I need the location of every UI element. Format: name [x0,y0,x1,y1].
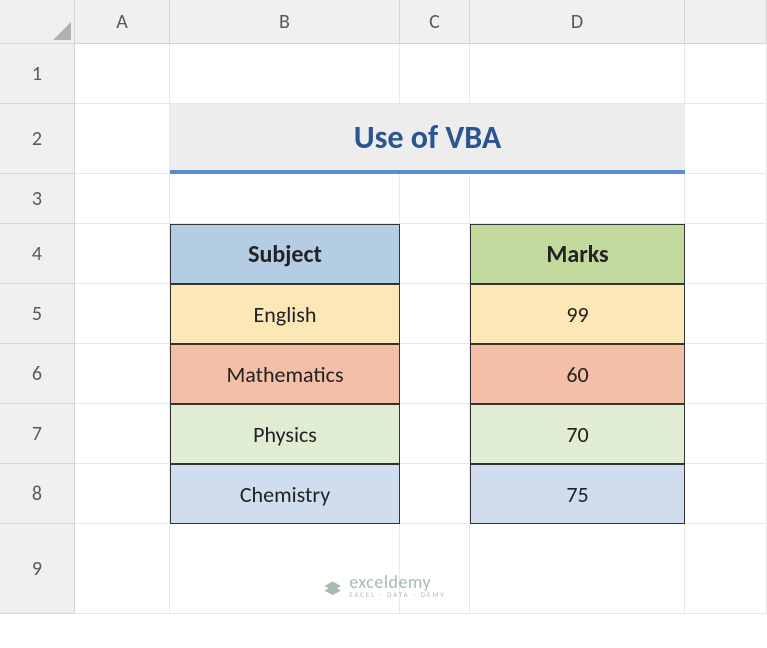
cell-e4[interactable] [685,224,767,284]
watermark-tag: EXCEL · DATA · DEMY [349,591,446,598]
cell-e2[interactable] [685,104,767,174]
row-header-9[interactable]: 9 [0,524,75,614]
col-header-a[interactable]: A [75,0,170,44]
cell-c1[interactable] [400,44,470,104]
row-header-1[interactable]: 1 [0,44,75,104]
cell-c3[interactable] [400,174,470,224]
row-header-3[interactable]: 3 [0,174,75,224]
cell-c7[interactable] [400,404,470,464]
watermark-icon [321,575,343,597]
cell-c6[interactable] [400,344,470,404]
watermark: exceldemy EXCEL · DATA · DEMY [321,573,446,598]
col-header-b[interactable]: B [170,0,400,44]
col-header-d[interactable]: D [470,0,685,44]
col-header-blank[interactable] [685,0,767,44]
cell-e1[interactable] [685,44,767,104]
cell-a6[interactable] [75,344,170,404]
select-all-corner[interactable] [0,0,75,44]
watermark-brand: exceldemy [349,573,446,591]
marks-english[interactable]: 99 [470,284,685,344]
cell-b3[interactable] [170,174,400,224]
watermark-text: exceldemy EXCEL · DATA · DEMY [349,573,446,598]
cell-c5[interactable] [400,284,470,344]
cell-a8[interactable] [75,464,170,524]
marks-physics[interactable]: 70 [470,404,685,464]
row-header-2[interactable]: 2 [0,104,75,174]
subject-header[interactable]: Subject [170,224,400,284]
row-header-8[interactable]: 8 [0,464,75,524]
cell-a3[interactable] [75,174,170,224]
row-header-4[interactable]: 4 [0,224,75,284]
cell-a1[interactable] [75,44,170,104]
row-header-6[interactable]: 6 [0,344,75,404]
marks-header[interactable]: Marks [470,224,685,284]
title-cell[interactable]: Use of VBA [170,104,685,174]
cell-b9[interactable] [170,524,400,614]
row-header-5[interactable]: 5 [0,284,75,344]
cell-b1[interactable] [170,44,400,104]
cell-e7[interactable] [685,404,767,464]
marks-math[interactable]: 60 [470,344,685,404]
cell-a9[interactable] [75,524,170,614]
cell-d9[interactable] [470,524,685,614]
cell-a5[interactable] [75,284,170,344]
spreadsheet-grid: A B C D 1 2 Use of VBA 3 4 Subject Marks… [0,0,767,614]
subject-physics[interactable]: Physics [170,404,400,464]
cell-a2[interactable] [75,104,170,174]
cell-d1[interactable] [470,44,685,104]
cell-d3[interactable] [470,174,685,224]
cell-e9[interactable] [685,524,767,614]
subject-chemistry[interactable]: Chemistry [170,464,400,524]
cell-e5[interactable] [685,284,767,344]
cell-a4[interactable] [75,224,170,284]
cell-c8[interactable] [400,464,470,524]
cell-e8[interactable] [685,464,767,524]
cell-a7[interactable] [75,404,170,464]
row-header-7[interactable]: 7 [0,404,75,464]
cell-e6[interactable] [685,344,767,404]
marks-chemistry[interactable]: 75 [470,464,685,524]
cell-e3[interactable] [685,174,767,224]
subject-english[interactable]: English [170,284,400,344]
cell-c4[interactable] [400,224,470,284]
col-header-c[interactable]: C [400,0,470,44]
cell-c9[interactable] [400,524,470,614]
subject-math[interactable]: Mathematics [170,344,400,404]
